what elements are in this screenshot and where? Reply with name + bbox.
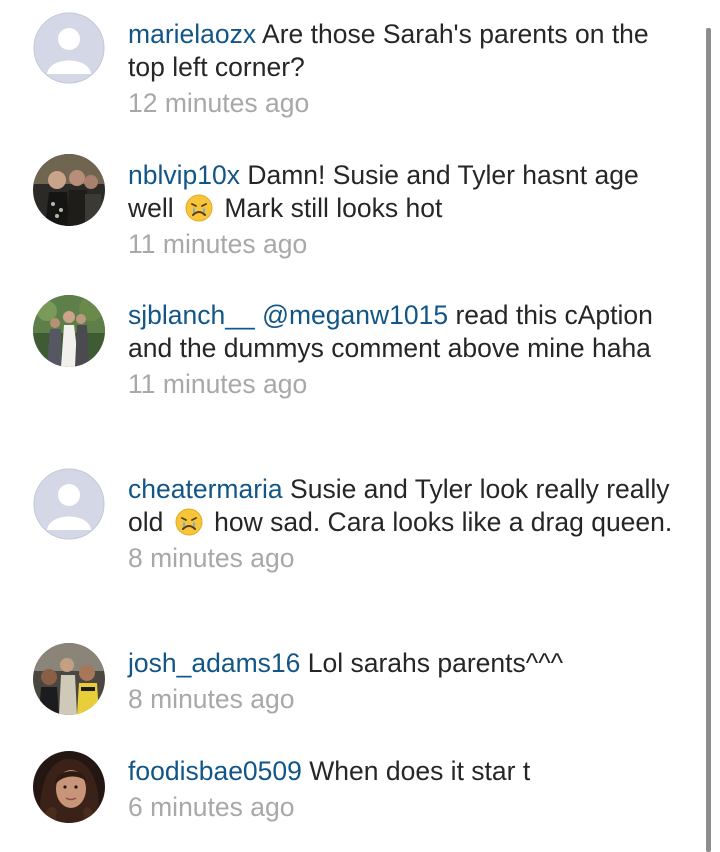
comment-timestamp: 11 minutes ago — [128, 229, 308, 259]
comment-body: sjblanch__ @meganw1015 read this cAption… — [128, 299, 673, 401]
comment-body: cheatermaria Susie and Tyler look really… — [128, 473, 673, 575]
comment-username[interactable]: cheatermaria — [128, 474, 283, 504]
crying-face-emoji-icon — [175, 508, 203, 536]
comment-username[interactable]: nblvip10x — [128, 160, 240, 190]
comment-text: When does it star t — [309, 756, 531, 786]
comment-username[interactable]: foodisbae0509 — [128, 756, 302, 786]
comment-timestamp: 12 minutes ago — [128, 88, 310, 118]
comment-timestamp: 11 minutes ago — [128, 369, 308, 399]
comment-text: Mark still looks hot — [224, 193, 443, 223]
comment-body: josh_adams16 Lol sarahs parents^^^ 8 min… — [128, 647, 673, 716]
comment-timestamp: 8 minutes ago — [128, 543, 295, 573]
vertical-scrollbar[interactable] — [706, 28, 711, 852]
comment-mention-link[interactable]: @meganw1015 — [262, 300, 448, 330]
default-avatar-icon[interactable] — [33, 468, 105, 540]
comment-text: how sad. Cara looks like a drag queen. — [214, 507, 673, 537]
comment-body: marielaozx Are those Sarah's parents on … — [128, 18, 673, 120]
comment-username[interactable]: marielaozx — [128, 19, 256, 49]
comment-text: Lol sarahs parents^^^ — [307, 648, 564, 678]
user-photo-avatar[interactable] — [33, 295, 105, 367]
comment-body: foodisbae0509 When does it star t 6 minu… — [128, 755, 673, 824]
user-photo-avatar[interactable] — [33, 643, 105, 715]
comment-timestamp: 6 minutes ago — [128, 792, 295, 822]
comment-username[interactable]: josh_adams16 — [128, 648, 300, 678]
comment-body: nblvip10x Damn! Susie and Tyler hasnt ag… — [128, 159, 673, 261]
user-photo-avatar[interactable] — [33, 751, 105, 823]
default-avatar-icon[interactable] — [33, 12, 105, 84]
user-photo-avatar[interactable] — [33, 154, 105, 226]
crying-face-emoji-icon — [185, 194, 213, 222]
comment-username[interactable]: sjblanch__ — [128, 300, 255, 330]
comment-timestamp: 8 minutes ago — [128, 684, 295, 714]
